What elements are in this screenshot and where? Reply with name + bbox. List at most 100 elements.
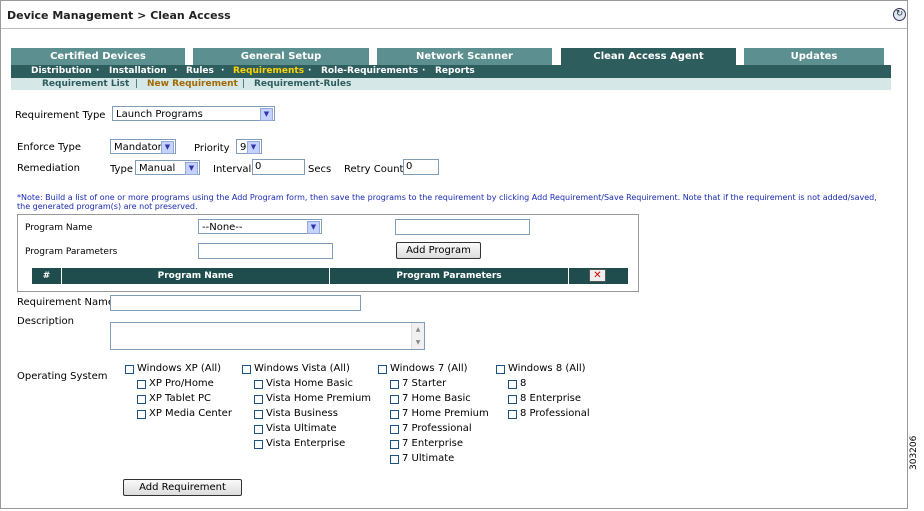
os-child-2-2-label: 7 Home Premium [402,408,489,419]
subnav-role-requirements[interactable]: Role-Requirements [321,66,418,76]
delete-icon[interactable]: ✕ [589,269,606,282]
tab-network-scanner[interactable]: Network Scanner [377,48,552,65]
subnav2-bar [11,78,891,90]
subnav2-new-requirement[interactable]: New Requirement [147,79,238,89]
os-child-0-1-checkbox[interactable] [137,395,146,404]
subnav-requirements[interactable]: Requirements [233,66,304,76]
program-name-label: Program Name [25,223,93,233]
priority-label: Priority [194,143,230,154]
subnav2-requirement-list[interactable]: Requirement List [42,79,129,89]
requirement-type-select[interactable]: Launch Programs ▼ [112,106,275,121]
subnav-separator: · [96,66,100,76]
priority-select[interactable]: 9 ▼ [236,139,262,154]
os-child-1-2-checkbox[interactable] [254,410,263,419]
chevron-down-icon: ▼ [260,108,273,121]
os-child-0-0-label: XP Pro/Home [149,378,214,389]
remediation-type-select[interactable]: Manual ▼ [135,160,200,175]
tab-general-setup[interactable]: General Setup [193,48,369,65]
subnav-separator: · [221,66,225,76]
os-parent-3-checkbox[interactable] [496,365,505,374]
os-parent-2-label: Windows 7 (All) [390,363,468,374]
os-child-2-0-checkbox[interactable] [390,380,399,389]
program-parameters-input[interactable] [198,243,333,259]
os-child-2-4-label: 7 Enterprise [402,438,463,449]
page-breadcrumb: Device Management > Clean Access [7,9,231,22]
os-child-1-0-label: Vista Home Basic [266,378,354,389]
os-parent-2-checkbox[interactable] [378,365,387,374]
program-name-input[interactable] [395,219,530,235]
enforce-type-select[interactable]: Mandatory ▼ [110,139,176,154]
description-label: Description [17,316,74,327]
subnav-separator: · [422,66,426,76]
os-child-3-2-checkbox[interactable] [508,410,517,419]
textarea-scrollbar[interactable]: ▲ ▼ [411,323,424,349]
enforce-type-label: Enforce Type [17,142,81,153]
os-child-0-2-checkbox[interactable] [137,410,146,419]
add-requirement-button[interactable]: Add Requirement [123,479,242,496]
os-child-2-1-label: 7 Home Basic [402,393,471,404]
subnav2-requirement-rules[interactable]: Requirement-Rules [254,79,351,89]
requirement-type-value: Launch Programs [116,109,203,120]
requirement-type-label: Requirement Type [15,110,106,121]
os-child-2-2-checkbox[interactable] [390,410,399,419]
os-child-1-0-checkbox[interactable] [254,380,263,389]
os-child-3-1-checkbox[interactable] [508,395,517,404]
os-parent-0-checkbox[interactable] [125,365,134,374]
interval-label: Interval [213,164,252,175]
retry-count-input[interactable]: 0 [403,159,439,175]
table-header-program-parameters: Program Parameters [329,268,568,284]
operating-system-label: Operating System [17,371,108,382]
os-parent-1-label: Windows Vista (All) [254,363,350,374]
os-child-1-4-checkbox[interactable] [254,440,263,449]
table-header-program-name: Program Name [61,268,329,284]
program-name-select[interactable]: --None-- ▼ [198,219,322,234]
os-child-2-3-label: 7 Professional [402,423,472,434]
os-child-3-2-label: 8 Professional [520,408,590,419]
chevron-down-icon: ▼ [185,162,198,175]
os-child-2-5-checkbox[interactable] [390,455,399,464]
tab-updates[interactable]: Updates [744,48,884,65]
os-child-3-0-label: 8 [520,378,527,389]
subnav2-separator: | [242,79,246,89]
retry-count-label: Retry Count [344,164,404,175]
subnav-reports[interactable]: Reports [435,66,475,76]
program-parameters-label: Program Parameters [25,247,118,257]
subnav2-separator: | [135,79,139,89]
os-parent-0-label: Windows XP (All) [137,363,222,374]
subnav-rules[interactable]: Rules [186,66,214,76]
os-parent-3-label: Windows 8 (All) [508,363,586,374]
subnav-distribution[interactable]: Distribution [31,66,92,76]
chevron-down-icon: ▼ [307,221,320,234]
os-child-1-3-label: Vista Ultimate [266,423,337,434]
refresh-icon[interactable]: ↻ [893,8,906,21]
requirement-name-label: Requirement Name [17,297,114,308]
os-child-1-1-label: Vista Home Premium [266,393,372,404]
os-child-2-1-checkbox[interactable] [390,395,399,404]
os-child-2-4-checkbox[interactable] [390,440,399,449]
tab-clean-access-agent[interactable]: Clean Access Agent [561,48,736,65]
program-name-select-value: --None-- [202,222,243,233]
subnav-installation[interactable]: Installation [109,66,167,76]
secs-label: Secs [308,164,332,175]
os-child-1-2-label: Vista Business [266,408,338,419]
os-child-0-2-label: XP Media Center [149,408,232,419]
add-program-button[interactable]: Add Program [396,242,481,259]
tab-certified-devices[interactable]: Certified Devices [11,48,185,65]
os-child-1-3-checkbox[interactable] [254,425,263,434]
os-child-2-0-label: 7 Starter [402,378,447,389]
os-child-0-0-checkbox[interactable] [137,380,146,389]
remediation-type-value: Manual [139,163,176,174]
remediation-type-label: Type [110,164,133,175]
os-child-3-1-label: 8 Enterprise [520,393,581,404]
os-child-0-1-label: XP Tablet PC [149,393,212,404]
os-child-1-4-label: Vista Enterprise [266,438,346,449]
os-child-3-0-checkbox[interactable] [508,380,517,389]
os-parent-1-checkbox[interactable] [242,365,251,374]
enforce-type-value: Mandatory [114,142,168,153]
os-child-1-1-checkbox[interactable] [254,395,263,404]
interval-input[interactable]: 0 [252,159,305,175]
os-child-2-3-checkbox[interactable] [390,425,399,434]
header-divider [1,28,907,29]
description-textarea[interactable]: ▲ ▼ [110,322,425,350]
requirement-name-input[interactable] [110,295,361,311]
